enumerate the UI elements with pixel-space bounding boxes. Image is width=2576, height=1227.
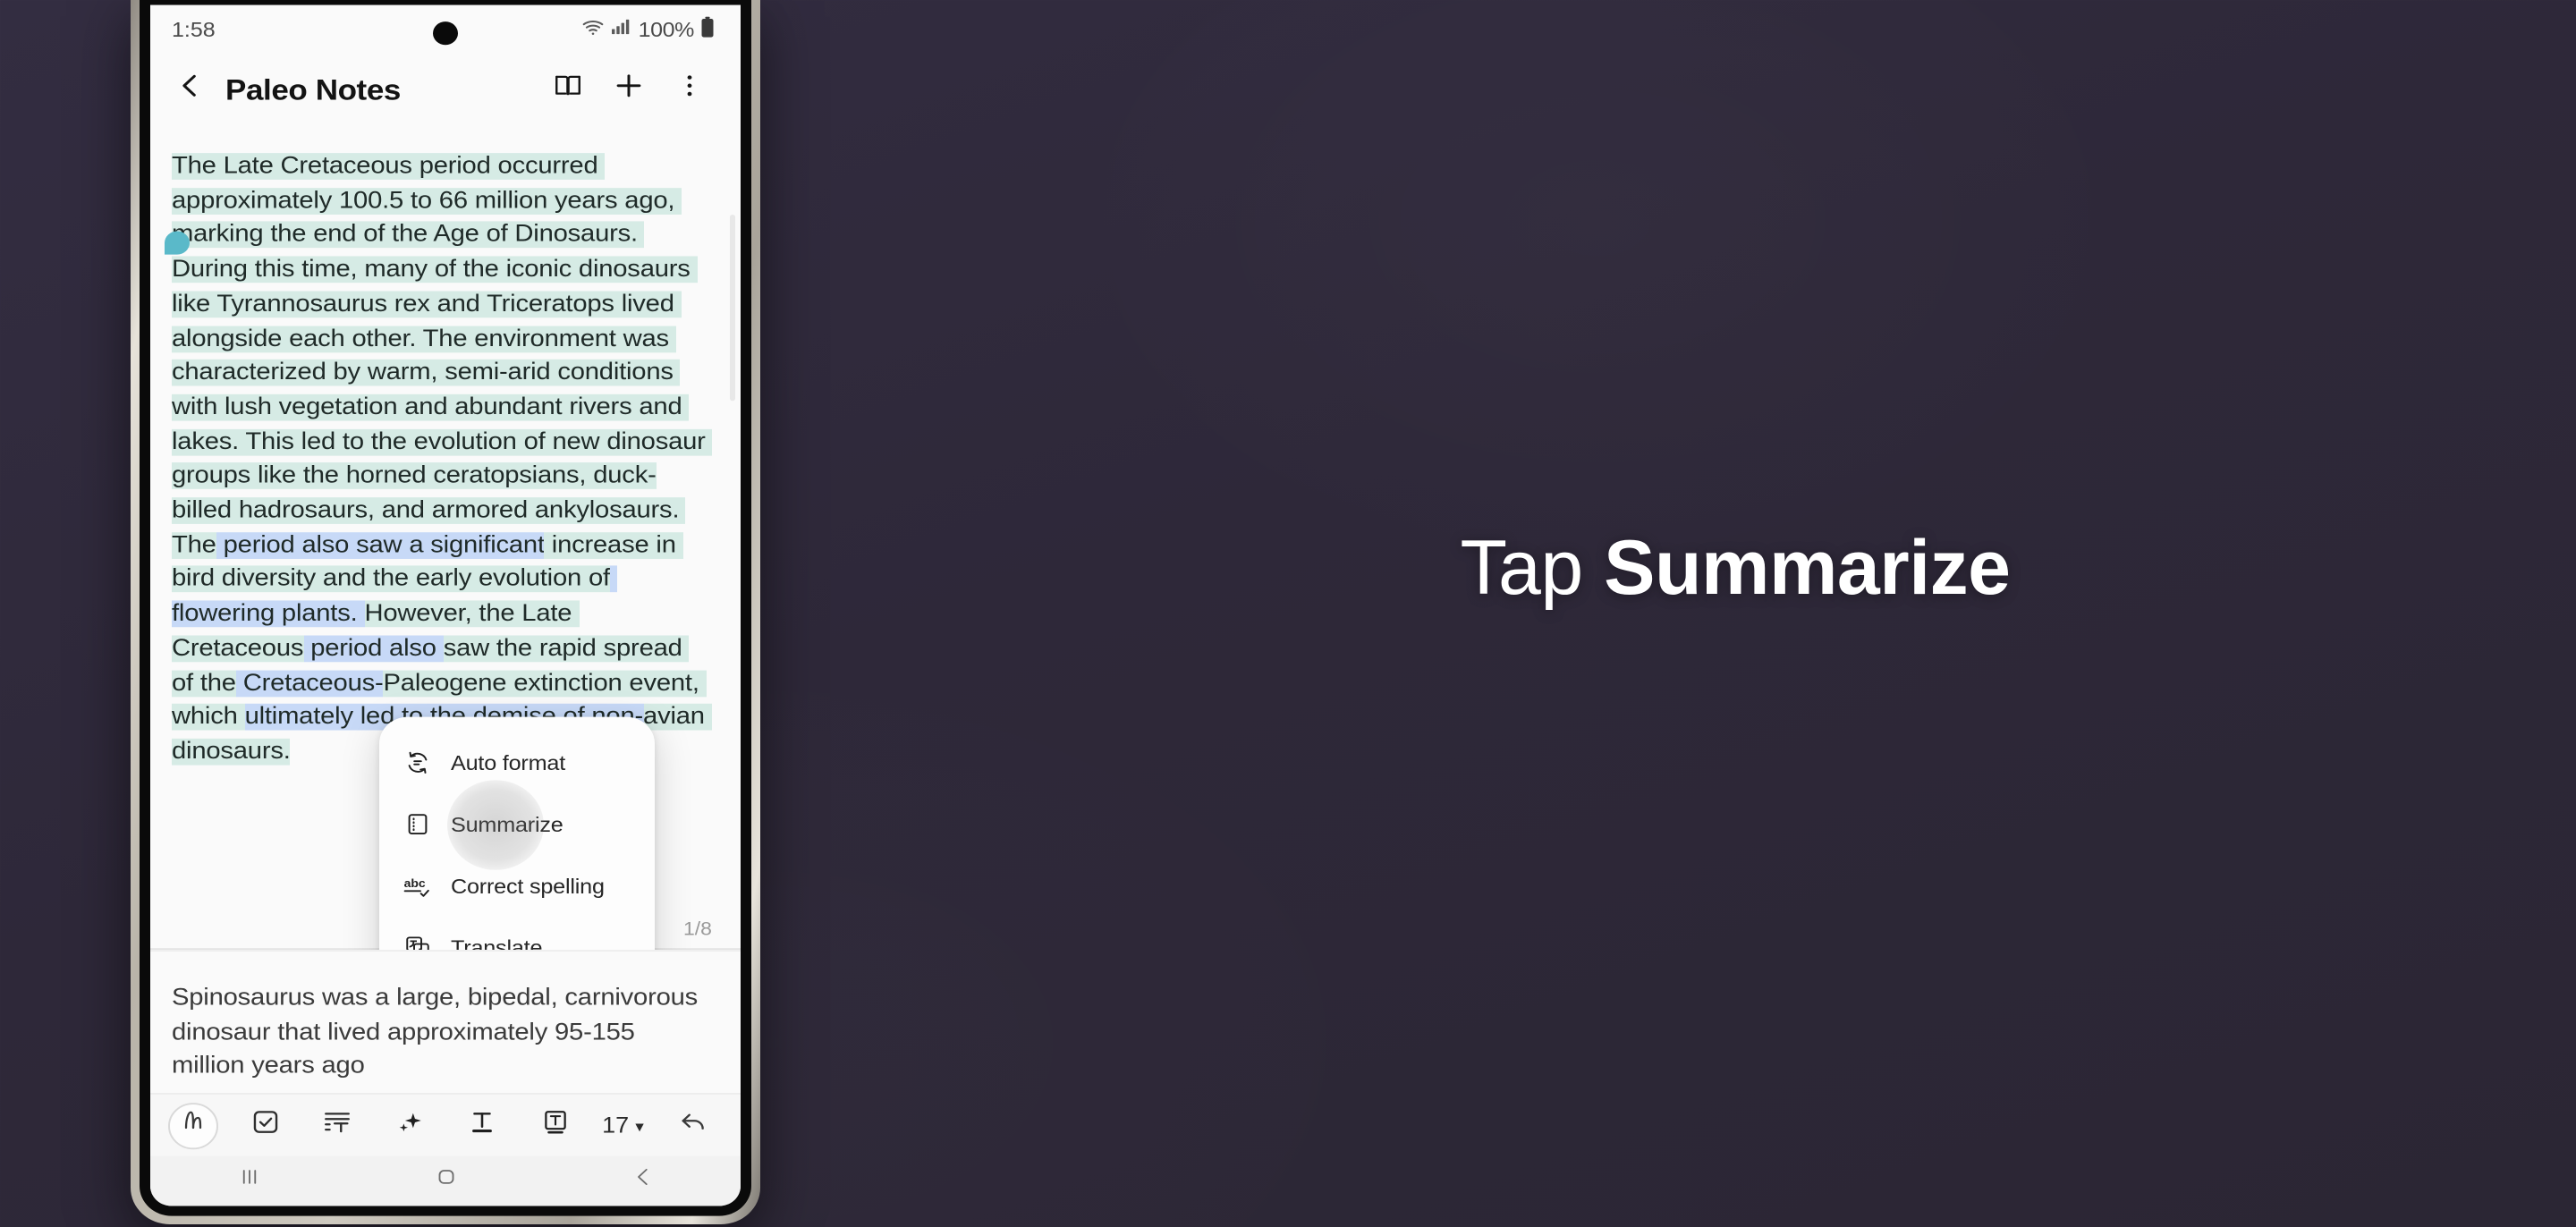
- svg-text:abc: abc: [404, 876, 427, 888]
- undo-arrow-icon: [679, 1107, 709, 1144]
- menu-item-summarize[interactable]: Summarize: [379, 780, 655, 870]
- book-reading-mode-icon: [552, 72, 582, 108]
- undo-button[interactable]: [669, 1102, 719, 1148]
- checklist-button[interactable]: [241, 1102, 291, 1148]
- selection-handle-start[interactable]: [165, 231, 190, 255]
- ai-assist-button[interactable]: [386, 1102, 436, 1148]
- recents-icon: [235, 1164, 262, 1197]
- note-text-segment: Cretaceous-: [235, 669, 384, 697]
- home-button[interactable]: [406, 1159, 485, 1202]
- vertical-scrollbar[interactable]: [730, 214, 735, 402]
- auto-format-icon: [402, 749, 431, 776]
- phone-screen: 1:58 100% Paleo Notes The Late Cretaceou…: [150, 4, 741, 1206]
- boxed-t-icon: [539, 1107, 570, 1144]
- menu-item-label: Auto format: [451, 750, 565, 774]
- handwriting-pen-button[interactable]: [168, 1102, 218, 1149]
- more-options-button[interactable]: [658, 62, 719, 118]
- note-paragraph-block: The Late Cretaceous period occurred appr…: [150, 126, 741, 776]
- note-next-paragraph-block[interactable]: Spinosaurus was a large, bipedal, carniv…: [150, 950, 741, 1094]
- menu-item-label: Translate: [451, 935, 543, 951]
- front-camera-punch-hole: [433, 21, 458, 46]
- menu-item-translate[interactable]: A Translate: [379, 917, 655, 951]
- battery-percent-label: 100%: [638, 17, 695, 41]
- overflow-menu-icon: [674, 72, 704, 108]
- note-content-area[interactable]: The Late Cretaceous period occurred appr…: [150, 126, 741, 951]
- summarize-icon: [402, 811, 431, 838]
- note-next-paragraph-text: Spinosaurus was a large, bipedal, carniv…: [172, 985, 705, 1080]
- format-toolbar: 17 ▼: [150, 1093, 741, 1156]
- spellcheck-abc-icon: abc: [402, 873, 431, 900]
- back-icon: [629, 1164, 656, 1197]
- pen-stroke-icon: [179, 1108, 208, 1143]
- instruction-caption: Tap Summarize: [1234, 528, 2236, 608]
- status-bar-indicators: 100%: [581, 15, 716, 43]
- chevron-down-icon: ▼: [632, 1119, 647, 1135]
- sparkle-icon: [395, 1107, 426, 1144]
- font-size-value: 17: [602, 1113, 630, 1138]
- menu-item-label: Correct spelling: [451, 874, 605, 898]
- menu-item-label: Summarize: [451, 812, 564, 836]
- back-button[interactable]: [166, 72, 213, 108]
- page-title: Paleo Notes: [225, 72, 401, 106]
- caption-bold-text: Summarize: [1604, 525, 2011, 611]
- plus-add-icon: [611, 70, 645, 110]
- menu-item-correct-spelling[interactable]: abc Correct spelling: [379, 855, 655, 917]
- caption-light-text: Tap: [1460, 525, 1605, 611]
- underlined-t-icon: [467, 1107, 497, 1144]
- app-bar: Paleo Notes: [150, 53, 741, 127]
- chevron-left-icon: [174, 72, 205, 108]
- page-indicator: 1/8: [683, 919, 712, 940]
- add-button[interactable]: [597, 62, 658, 118]
- android-navigation-bar: [150, 1155, 741, 1206]
- text-indent-button[interactable]: [313, 1102, 363, 1148]
- text-style-button[interactable]: [457, 1102, 507, 1148]
- phone-device-mockup: 1:58 100% Paleo Notes The Late Cretaceou…: [131, 0, 760, 1224]
- navigation-back-button[interactable]: [603, 1159, 682, 1202]
- ai-context-menu: Auto format Summarize abc Correct spelli…: [379, 716, 655, 951]
- font-size-selector[interactable]: 17 ▼: [602, 1113, 647, 1138]
- indent-text-icon: [323, 1107, 353, 1144]
- status-bar-time: 1:58: [172, 17, 216, 41]
- note-text-segment: period also: [303, 635, 444, 662]
- note-text-segment: period also saw a significant: [216, 531, 545, 559]
- svg-text:A: A: [416, 948, 423, 950]
- cellular-signal-icon: [610, 17, 631, 42]
- wifi-icon: [581, 16, 605, 43]
- text-box-button[interactable]: [530, 1102, 580, 1148]
- note-text-segment: The Late Cretaceous period occurred appr…: [172, 153, 713, 559]
- reading-mode-button[interactable]: [537, 62, 597, 118]
- status-bar: 1:58 100%: [150, 4, 741, 54]
- note-paragraph-selected[interactable]: The Late Cretaceous period occurred appr…: [172, 149, 713, 769]
- battery-icon: [699, 15, 716, 43]
- menu-item-auto-format[interactable]: Auto format: [379, 732, 655, 793]
- home-icon: [432, 1164, 459, 1197]
- translate-icon: A: [402, 934, 431, 951]
- recents-button[interactable]: [209, 1159, 288, 1202]
- checkbox-icon: [250, 1107, 281, 1144]
